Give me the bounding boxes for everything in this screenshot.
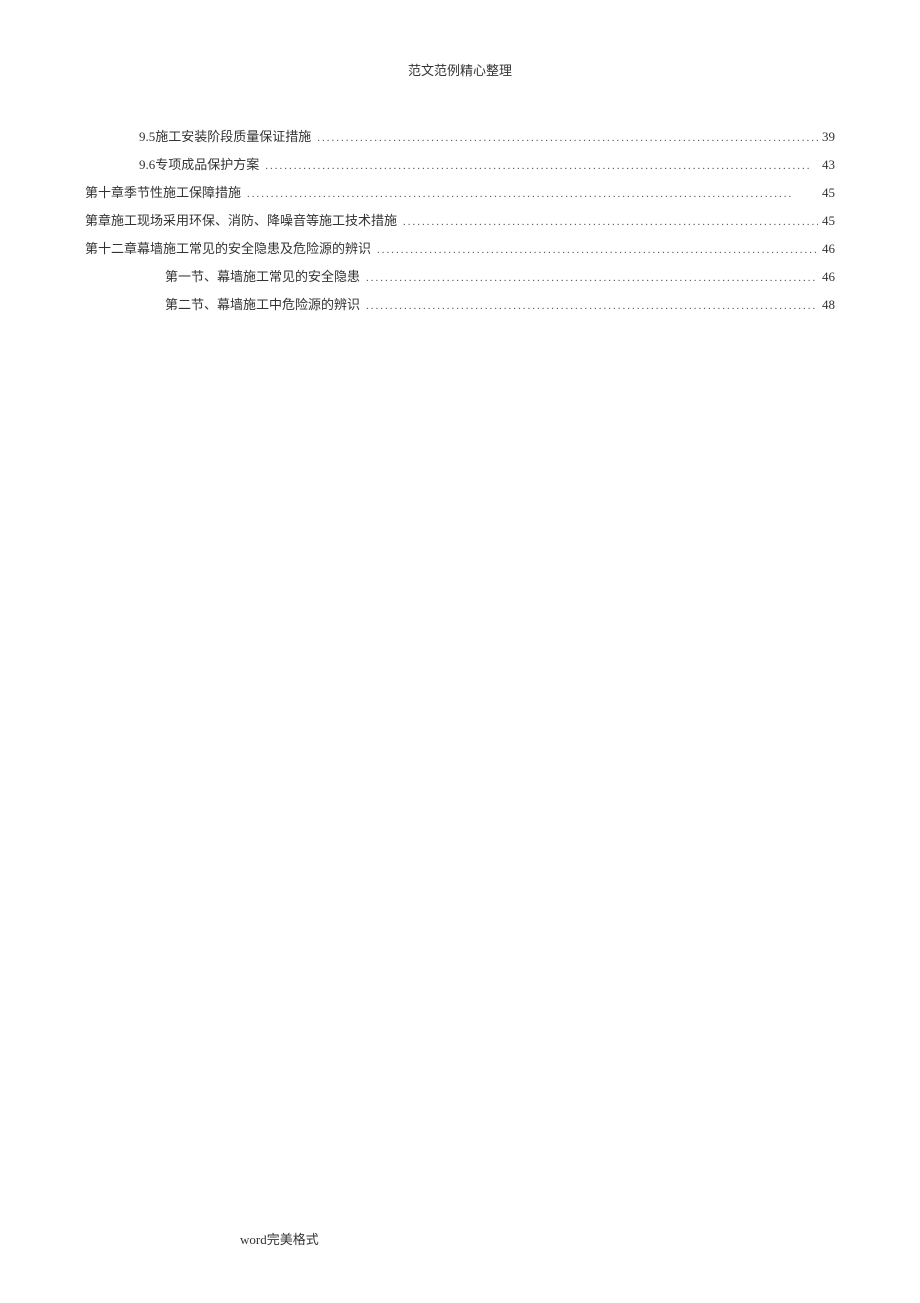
toc-dots [397, 208, 818, 234]
toc-entry-page: 43 [818, 152, 835, 178]
toc-dots [360, 292, 818, 318]
toc-entry: 9.6专项成品保护方案 43 [85, 152, 835, 178]
toc-entry-page: 48 [818, 292, 835, 318]
toc-entry-page: 45 [818, 180, 835, 206]
toc-dots [259, 152, 818, 178]
toc-entry-title: 9.6专项成品保护方案 [139, 152, 259, 178]
toc-entry-page: 39 [818, 124, 835, 150]
toc-entry-page: 46 [818, 264, 835, 290]
toc-dots [311, 124, 818, 150]
toc-entry-title: 第章施工现场采用环保、消防、降噪音等施工技术措施 [85, 208, 397, 234]
toc-entry: 9.5施工安装阶段质量保证措施 39 [85, 124, 835, 150]
toc-entry: 第章施工现场采用环保、消防、降噪音等施工技术措施 45 [85, 208, 835, 234]
page-footer: word完美格式 [0, 1229, 920, 1248]
toc-entry-title: 第十二章幕墙施工常见的安全隐患及危险源的辨识 [85, 236, 371, 262]
toc-entry: 第二节、幕墙施工中危险源的辨识 48 [85, 292, 835, 318]
toc-entry-title: 第一节、幕墙施工常见的安全隐患 [165, 264, 360, 290]
toc-dots [241, 180, 818, 206]
header-title: 范文范例精心整理 [408, 63, 512, 78]
toc-entry-title: 第二节、幕墙施工中危险源的辨识 [165, 292, 360, 318]
footer-text: word完美格式 [240, 1232, 319, 1247]
toc-entry-title: 第十章季节性施工保障措施 [85, 180, 241, 206]
toc-entry: 第一节、幕墙施工常见的安全隐患 46 [85, 264, 835, 290]
page-header: 范文范例精心整理 [85, 60, 835, 79]
toc-dots [371, 236, 818, 262]
table-of-contents: 9.5施工安装阶段质量保证措施 39 9.6专项成品保护方案 43 第十章季节性… [85, 124, 835, 318]
toc-entry-title: 9.5施工安装阶段质量保证措施 [139, 124, 311, 150]
toc-entry: 第十二章幕墙施工常见的安全隐患及危险源的辨识 46 [85, 236, 835, 262]
toc-entry-page: 45 [818, 208, 835, 234]
toc-dots [360, 264, 818, 290]
document-page: 范文范例精心整理 9.5施工安装阶段质量保证措施 39 9.6专项成品保护方案 … [0, 0, 920, 1303]
toc-entry-page: 46 [818, 236, 835, 262]
toc-entry: 第十章季节性施工保障措施 45 [85, 180, 835, 206]
